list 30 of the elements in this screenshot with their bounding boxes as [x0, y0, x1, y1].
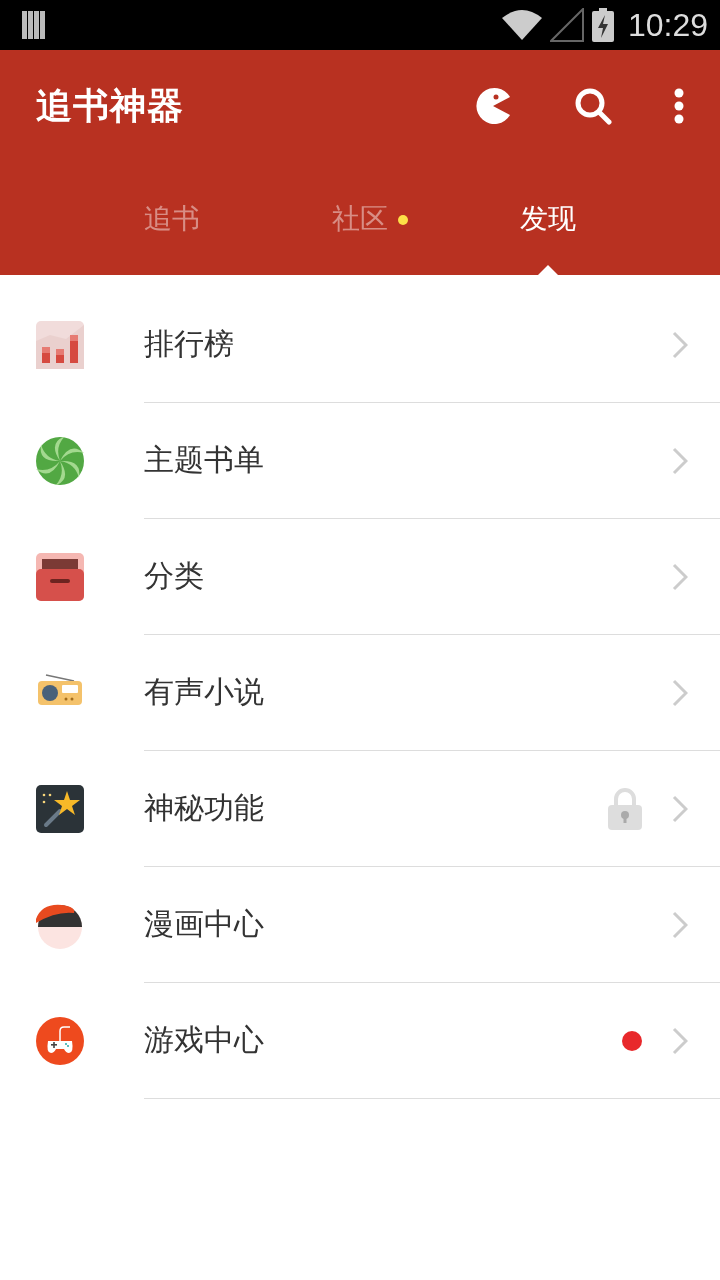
menu-item-label[interactable]: 神秘功能 — [144, 788, 264, 829]
menu-item-label[interactable]: 游戏中心 — [144, 1020, 264, 1061]
pacman-button[interactable] — [474, 87, 512, 125]
wifi-icon — [501, 10, 542, 40]
bar-chart-icon — [36, 321, 84, 369]
tab[interactable]: 发现 — [454, 162, 642, 275]
gamepad-icon — [36, 1017, 84, 1065]
chevron-right-icon — [672, 330, 688, 359]
menu-item-label[interactable]: 有声小说 — [144, 672, 264, 713]
chevron-right-icon — [672, 910, 688, 939]
menu-item-label[interactable]: 主题书单 — [144, 440, 264, 481]
swirl-candy-icon — [36, 437, 84, 485]
chevron-right-icon — [672, 794, 688, 823]
chevron-right-icon — [672, 446, 688, 475]
app-title: 追书神器 — [36, 83, 184, 128]
chevron-right-icon — [672, 678, 688, 707]
menu-item-label[interactable]: 分类 — [144, 556, 204, 597]
menu-item-label[interactable]: 漫画中心 — [144, 904, 264, 945]
drawer-icon — [36, 553, 84, 601]
chevron-right-icon — [672, 562, 688, 591]
magic-wand-icon — [36, 785, 84, 833]
search-button[interactable] — [574, 87, 612, 125]
menu-item-label[interactable]: 排行榜 — [144, 324, 234, 365]
chevron-right-icon — [672, 1026, 688, 1055]
selected-pointer — [538, 265, 558, 275]
battery-icon — [591, 8, 614, 42]
signal-icon — [549, 8, 584, 42]
status-time: 10:29 — [627, 6, 708, 44]
notification-icon — [22, 11, 48, 39]
more-menu-button[interactable] — [674, 88, 684, 124]
